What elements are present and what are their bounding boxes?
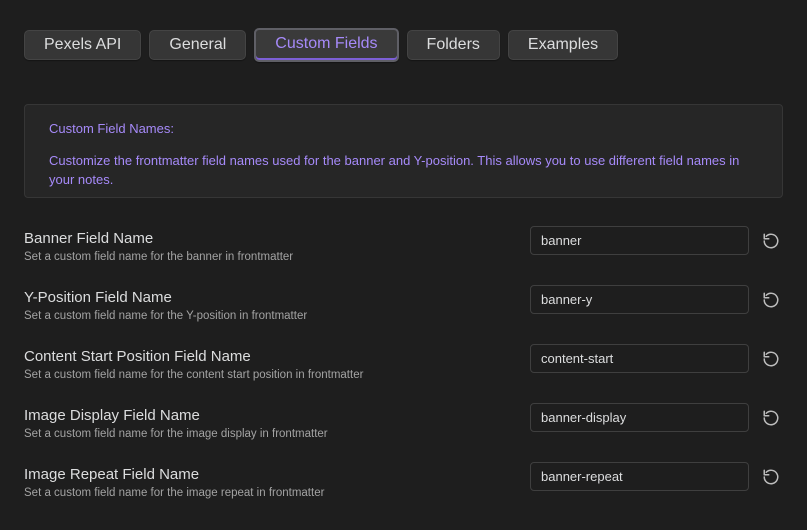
setting-name: Image Display Field Name	[24, 407, 200, 424]
image-repeat-field-input[interactable]	[530, 462, 749, 491]
setting-content-start-field-name: Content Start Position Field Name Set a …	[24, 344, 783, 398]
setting-y-position-field-name: Y-Position Field Name Set a custom field…	[24, 285, 783, 339]
tab-examples[interactable]: Examples	[507, 30, 619, 60]
tab-general[interactable]: General	[149, 30, 247, 60]
tab-pexels-api[interactable]: Pexels API	[24, 30, 142, 60]
info-box-title: Custom Field Names:	[49, 121, 174, 136]
setting-name: Content Start Position Field Name	[24, 348, 251, 365]
setting-image-repeat-field-name: Image Repeat Field Name Set a custom fie…	[24, 462, 783, 516]
setting-description: Set a custom field name for the banner i…	[24, 251, 294, 263]
reset-image-display-field-button[interactable]	[760, 407, 782, 429]
setting-description: Set a custom field name for the Y-positi…	[24, 310, 308, 322]
settings-page: Pexels API General Custom Fields Folders…	[0, 0, 807, 530]
reset-icon	[763, 351, 779, 367]
reset-icon	[763, 233, 779, 249]
reset-content-start-field-button[interactable]	[760, 348, 782, 370]
y-position-field-input[interactable]	[530, 285, 749, 314]
setting-description: Set a custom field name for the image di…	[24, 428, 328, 440]
content-start-field-input[interactable]	[530, 344, 749, 373]
tab-folders[interactable]: Folders	[406, 30, 500, 60]
custom-field-names-info-box: Custom Field Names: Customize the frontm…	[24, 104, 783, 198]
setting-description: Set a custom field name for the image re…	[24, 487, 325, 499]
reset-icon	[763, 292, 779, 308]
reset-y-position-field-button[interactable]	[760, 289, 782, 311]
reset-icon	[763, 410, 779, 426]
setting-image-display-field-name: Image Display Field Name Set a custom fi…	[24, 403, 783, 457]
reset-banner-field-button[interactable]	[760, 230, 782, 252]
image-display-field-input[interactable]	[530, 403, 749, 432]
setting-banner-field-name: Banner Field Name Set a custom field nam…	[24, 226, 783, 280]
reset-icon	[763, 469, 779, 485]
setting-name: Banner Field Name	[24, 230, 154, 247]
settings-tab-bar: Pexels API General Custom Fields Folders…	[24, 28, 626, 62]
banner-field-input[interactable]	[530, 226, 749, 255]
setting-name: Image Repeat Field Name	[24, 466, 200, 483]
info-box-description: Customize the frontmatter field names us…	[49, 153, 740, 187]
tab-custom-fields[interactable]: Custom Fields	[254, 28, 399, 62]
setting-description: Set a custom field name for the content …	[24, 369, 364, 381]
reset-image-repeat-field-button[interactable]	[760, 466, 782, 488]
setting-name: Y-Position Field Name	[24, 289, 172, 306]
